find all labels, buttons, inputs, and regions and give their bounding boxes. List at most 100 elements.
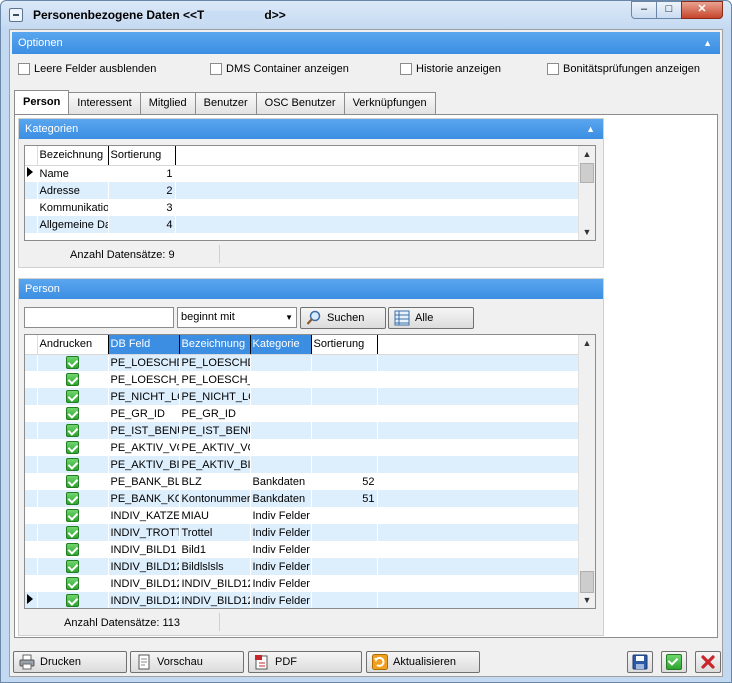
print-button[interactable]: Drucken: [13, 651, 127, 673]
vertical-scrollbar[interactable]: ▲ ▼: [578, 335, 595, 608]
checkbox-box[interactable]: [210, 63, 222, 75]
refresh-button[interactable]: Aktualisieren: [366, 651, 480, 673]
scroll-thumb[interactable]: [580, 163, 594, 183]
col-header-bezeichnung[interactable]: Bezeichnung: [179, 335, 251, 355]
col-header-db-feld[interactable]: DB Feld: [108, 335, 180, 355]
scroll-up-icon[interactable]: ▲: [579, 335, 595, 351]
table-row[interactable]: Name 1: [25, 165, 580, 182]
collapse-icon[interactable]: ▲: [586, 119, 595, 139]
client-area: Optionen ▲ Leere Felder ausblenden DMS C…: [9, 29, 723, 677]
checkbox-checked-icon[interactable]: [66, 458, 79, 471]
all-button[interactable]: Alle: [388, 307, 474, 329]
col-header-bezeichnung[interactable]: Bezeichnung: [37, 146, 109, 166]
chevron-down-icon[interactable]: ▼: [285, 308, 293, 327]
person-fields-grid[interactable]: Andrucken DB Feld Bezeichnung Kategorie …: [24, 334, 596, 609]
search-button[interactable]: Suchen: [300, 307, 386, 329]
checkbox-history[interactable]: Historie anzeigen: [400, 63, 501, 75]
checkbox-checked-icon[interactable]: [66, 577, 79, 590]
scroll-down-icon[interactable]: ▼: [579, 592, 595, 608]
checkbox-checked-icon[interactable]: [66, 526, 79, 539]
maximize-button[interactable]: □: [656, 1, 682, 19]
checkbox-checked-icon[interactable]: [66, 424, 79, 437]
table-row[interactable]: PE_IST_BENUPE_IST_BENUT: [25, 422, 580, 439]
table-row[interactable]: INDIV_TROTT Trottel Indiv Felder: [25, 524, 580, 541]
checkbox-hide-empty[interactable]: Leere Felder ausblenden: [18, 63, 156, 75]
scroll-down-icon[interactable]: ▼: [579, 224, 595, 240]
table-row[interactable]: INDIV_BILD1 Bild1 Indiv Felder: [25, 541, 580, 558]
cell-filler: [377, 524, 580, 541]
table-row[interactable]: INDIV_KATZE MIAU Indiv Felder: [25, 507, 580, 524]
col-header-kategorie[interactable]: Kategorie: [250, 335, 312, 355]
cell-sortierung: [311, 388, 378, 405]
checkbox-box[interactable]: [400, 63, 412, 75]
checkbox-checked-icon[interactable]: [66, 373, 79, 386]
tab-benutzer[interactable]: Benutzer: [194, 92, 257, 114]
person-header[interactable]: Person: [19, 279, 603, 299]
table-row[interactable]: Kommunikation 3: [25, 199, 580, 216]
checkbox-box[interactable]: [18, 63, 30, 75]
close-button[interactable]: ✕: [681, 1, 723, 19]
cell-sortierung: [311, 558, 378, 575]
cell-sortierung: 4: [108, 216, 176, 233]
cell-bezeichnung: Name: [37, 165, 109, 182]
vertical-scrollbar[interactable]: ▲ ▼: [578, 146, 595, 240]
categories-header[interactable]: Kategorien ▲: [19, 119, 603, 139]
pdf-button[interactable]: PDF: [248, 651, 362, 673]
categories-grid[interactable]: Bezeichnung Sortierung Name 1 Adresse 2 …: [24, 145, 596, 241]
checkbox-checked-icon[interactable]: [66, 475, 79, 488]
cancel-button[interactable]: [695, 651, 721, 673]
checkbox-checked-icon[interactable]: [66, 492, 79, 505]
options-header[interactable]: Optionen ▲: [12, 32, 720, 54]
table-row[interactable]: INDIV_BILD12 INDIV_BILD12 Indiv Felder: [25, 592, 580, 608]
table-row[interactable]: PE_AKTIV_VC PE_AKTIV_VC: [25, 439, 580, 456]
cell-bezeichnung: INDIV_BILD12: [179, 592, 251, 608]
checkbox-checked-icon[interactable]: [66, 356, 79, 370]
filter-mode-select[interactable]: beginnt mit ▼: [177, 307, 297, 328]
table-row[interactable]: INDIV_BILD12 INDIV_BILD12 Indiv Felder: [25, 575, 580, 592]
table-row[interactable]: PE_GR_ID PE_GR_ID: [25, 405, 580, 422]
cell-db-feld: PE_AKTIV_BI: [108, 456, 180, 473]
table-row[interactable]: INDIV_BILD12 Bildlslsls Indiv Felder: [25, 558, 580, 575]
row-selector: [25, 354, 38, 371]
col-header-sortierung[interactable]: Sortierung: [108, 146, 176, 166]
scroll-up-icon[interactable]: ▲: [579, 146, 595, 162]
table-row[interactable]: PE_NICHT_LO PE_NICHT_LO: [25, 388, 580, 405]
scroll-thumb[interactable]: [580, 571, 594, 593]
checkbox-checked-icon[interactable]: [66, 441, 79, 454]
tab-mitglied[interactable]: Mitglied: [139, 92, 196, 114]
cell-bezeichnung: MIAU: [179, 507, 251, 524]
search-input[interactable]: [24, 307, 174, 328]
ok-button[interactable]: [661, 651, 687, 673]
printer-icon: [19, 654, 35, 670]
tab-verknuepfungen[interactable]: Verknüpfungen: [343, 92, 436, 114]
col-header-andrucken[interactable]: Andrucken: [37, 335, 109, 355]
checkbox-box[interactable]: [547, 63, 559, 75]
window-menu-icon[interactable]: [9, 8, 23, 22]
checkbox-checked-icon[interactable]: [66, 560, 79, 573]
table-row[interactable]: PE_AKTIV_BI PE_AKTIV_BI: [25, 456, 580, 473]
checkbox-credit-checks[interactable]: Bonitätsprüfungen anzeigen: [547, 63, 700, 75]
preview-button[interactable]: Vorschau: [130, 651, 244, 673]
table-row[interactable]: PE_BANK_BL BLZ Bankdaten 52: [25, 473, 580, 490]
table-row[interactable]: PE_LOESCH_ PE_LOESCH_(: [25, 371, 580, 388]
checkbox-checked-icon[interactable]: [66, 390, 79, 403]
checkbox-checked-icon[interactable]: [66, 509, 79, 522]
tab-interessent[interactable]: Interessent: [68, 92, 141, 114]
title-bar[interactable]: Personenbezogene Daten <<T d>> – □ ✕: [1, 1, 731, 29]
checkbox-checked-icon[interactable]: [66, 407, 79, 420]
checkbox-dms-container[interactable]: DMS Container anzeigen: [210, 63, 349, 75]
checkbox-checked-icon[interactable]: [66, 543, 79, 556]
minimize-button[interactable]: –: [631, 1, 657, 19]
table-row[interactable]: PE_BANK_KC Kontonummer Bankdaten 51: [25, 490, 580, 507]
checkbox-checked-icon[interactable]: [66, 594, 79, 607]
save-button[interactable]: [627, 651, 653, 673]
cell-kategorie: Indiv Felder: [250, 541, 312, 558]
table-row[interactable]: Allgemeine Da 4: [25, 216, 580, 233]
tab-person[interactable]: Person: [14, 90, 70, 114]
table-row[interactable]: Adresse 2: [25, 182, 580, 199]
cell-db-feld: INDIV_BILD12: [108, 592, 180, 608]
col-header-sortierung[interactable]: Sortierung: [311, 335, 378, 355]
collapse-icon[interactable]: ▲: [703, 32, 712, 54]
tab-osc-benutzer[interactable]: OSC Benutzer: [255, 92, 345, 114]
table-row[interactable]: PE_LOESCHD PE_LOESCHD: [25, 354, 580, 371]
